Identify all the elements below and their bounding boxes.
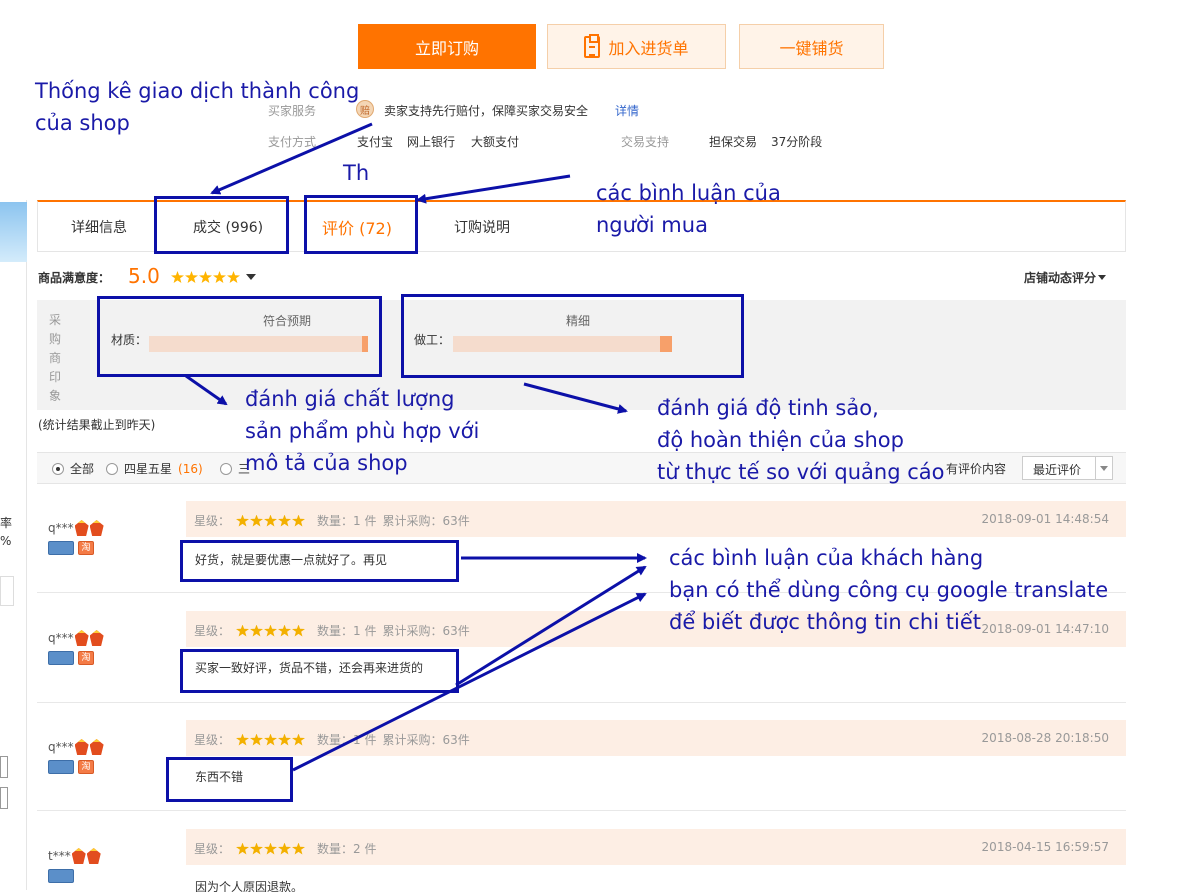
note-quality: đánh giá chất lượng sản phẩm phù hợp với… [245, 383, 479, 479]
note-line: đánh giá độ tinh sảo, [657, 396, 879, 420]
note-line: từ thực tế so với quảng cáo [657, 460, 945, 484]
note-line: để biết được thông tin chi tiết [669, 610, 981, 634]
note-line: người mua [596, 213, 708, 237]
note-line: độ hoàn thiện của shop [657, 428, 904, 452]
note-finish: đánh giá độ tinh sảo, độ hoàn thiện của … [657, 392, 944, 488]
note-line: các bình luận của khách hàng [669, 546, 984, 570]
note-line: đánh giá chất lượng [245, 387, 455, 411]
note-line: bạn có thể dùng công cụ google translate [669, 578, 1109, 602]
note-line: Thống kê giao dịch thành công [35, 79, 360, 103]
arrow-review-2 [455, 565, 647, 687]
note-th: Th [343, 161, 370, 185]
arrow-quality [185, 374, 228, 406]
note-line: các bình luận của [596, 181, 781, 205]
note-comments: các bình luận của người mua [596, 177, 781, 241]
arrow-review-3 [292, 592, 647, 772]
note-stats: Thống kê giao dịch thành công của shop [35, 75, 359, 139]
note-line: sản phẩm phù hợp với [245, 419, 480, 443]
note-line: của shop [35, 111, 130, 135]
arrow-finish [523, 382, 628, 414]
note-line: mô tả của shop [245, 451, 408, 475]
note-customer: các bình luận của khách hàng bạn có thể … [669, 542, 1108, 638]
arrow-comments [416, 174, 571, 204]
